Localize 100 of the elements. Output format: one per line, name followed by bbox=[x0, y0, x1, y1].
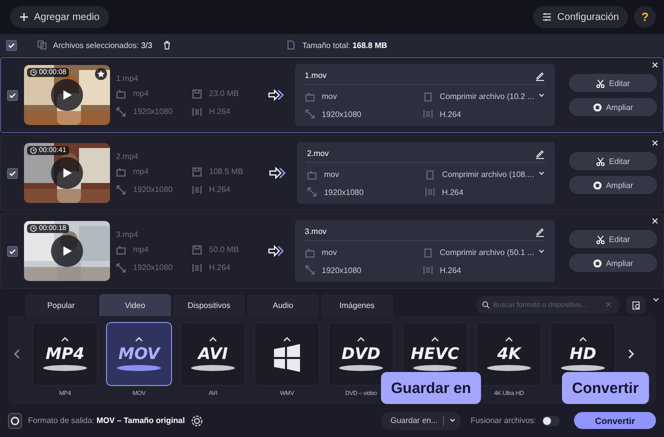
format-logo: MP4 bbox=[46, 344, 84, 363]
file-icon bbox=[424, 170, 435, 180]
format-tile[interactable]: AVI bbox=[180, 322, 246, 386]
output-codec: H.264 bbox=[440, 110, 462, 119]
file-checkbox[interactable] bbox=[7, 90, 18, 100]
edit-button[interactable]: Editar bbox=[569, 74, 657, 92]
merge-toggle[interactable] bbox=[542, 416, 560, 426]
upscale-button[interactable]: Ampliar bbox=[569, 254, 657, 272]
codec-icon bbox=[192, 184, 202, 194]
chevron-down-icon bbox=[538, 92, 545, 100]
convert-button[interactable]: Convertir bbox=[574, 412, 656, 429]
source-format: mp4 bbox=[133, 89, 149, 98]
output-filename: 1.mov bbox=[304, 71, 327, 80]
play-icon bbox=[61, 89, 73, 101]
scissors-icon bbox=[596, 234, 606, 244]
upscale-button[interactable]: Ampliar bbox=[569, 176, 657, 194]
format-logo: HD bbox=[570, 344, 596, 363]
upscale-button[interactable]: Ampliar bbox=[569, 98, 657, 116]
format-tile[interactable] bbox=[254, 322, 320, 386]
scissors-icon bbox=[596, 78, 606, 88]
caret-up-icon bbox=[505, 337, 513, 342]
category-tab[interactable]: Dispositivos bbox=[173, 294, 245, 316]
output-format: mov bbox=[322, 248, 337, 258]
trash-icon bbox=[162, 40, 172, 50]
device-detect-button[interactable] bbox=[626, 296, 646, 314]
close-icon bbox=[651, 217, 659, 225]
chip-icon bbox=[592, 258, 602, 268]
save-location-dropdown[interactable]: Guardar en... bbox=[380, 412, 461, 430]
edit-button[interactable]: Editar bbox=[569, 152, 657, 170]
resize-icon bbox=[306, 187, 317, 198]
play-icon bbox=[61, 167, 73, 179]
chevron-down-icon bbox=[538, 248, 545, 256]
edit-pencil-icon bbox=[535, 70, 545, 81]
source-filename: 2.mp4 bbox=[116, 152, 140, 160]
convert-arrow-icon bbox=[268, 245, 285, 257]
format-icon bbox=[116, 88, 126, 98]
source-size: 108.5 MB bbox=[209, 167, 244, 176]
help-button[interactable]: ? bbox=[634, 6, 656, 28]
selected-files-text: Archivos seleccionados: 3/3 bbox=[53, 40, 152, 50]
compression-dropdown[interactable]: Comprimir archivo (10.2 ... bbox=[440, 92, 545, 102]
codec-icon bbox=[192, 262, 202, 272]
check-icon bbox=[8, 246, 17, 256]
compression-dropdown[interactable]: Comprimir archivo (108.... bbox=[442, 170, 545, 180]
category-tab[interactable]: Imágenes bbox=[321, 294, 393, 316]
file-checkbox[interactable] bbox=[7, 168, 18, 178]
format-tile[interactable]: MP4 bbox=[32, 322, 98, 386]
codec-icon bbox=[422, 265, 433, 276]
disc-icon bbox=[43, 365, 87, 371]
save-location-tooltip: Guardar en bbox=[381, 372, 482, 404]
clock-icon bbox=[30, 69, 37, 76]
chip-icon bbox=[592, 180, 602, 190]
disc-icon bbox=[561, 365, 605, 371]
edit-pencil-icon bbox=[535, 226, 545, 237]
format-icon bbox=[306, 170, 317, 180]
source-size: 50.0 MB bbox=[209, 245, 239, 254]
category-tab[interactable]: Popular bbox=[25, 294, 97, 316]
output-format-icon bbox=[8, 412, 22, 428]
format-icon bbox=[304, 92, 315, 102]
file-checkbox[interactable] bbox=[7, 246, 18, 256]
format-tile[interactable]: MOV bbox=[106, 322, 172, 386]
disc-icon bbox=[191, 365, 235, 371]
resize-icon bbox=[304, 265, 315, 276]
settings-button[interactable]: Configuración bbox=[533, 6, 628, 28]
merge-files-label: Fusionar archivos: bbox=[470, 416, 536, 425]
output-resolution: 1920x1080 bbox=[322, 110, 362, 119]
plus-icon bbox=[19, 12, 29, 22]
caret-up-icon bbox=[431, 337, 439, 342]
format-logo: 4K bbox=[497, 344, 521, 363]
category-tab[interactable]: Video bbox=[99, 294, 171, 316]
format-logo: HEVC bbox=[410, 344, 460, 363]
source-resolution: 1920x1080 bbox=[133, 263, 173, 272]
clock-icon bbox=[30, 147, 37, 154]
caret-up-icon bbox=[135, 337, 143, 342]
edit-pencil-icon bbox=[535, 148, 545, 159]
resize-icon bbox=[116, 106, 126, 116]
output-filename: 3.mov bbox=[304, 227, 327, 236]
add-media-button[interactable]: Agregar medio bbox=[10, 6, 109, 28]
windows-logo-icon bbox=[272, 344, 302, 372]
source-format: mp4 bbox=[133, 245, 149, 254]
convert-tooltip: Convertir bbox=[562, 372, 649, 404]
disc-icon bbox=[413, 365, 457, 371]
source-resolution: 1920x1080 bbox=[133, 185, 173, 194]
edit-button[interactable]: Editar bbox=[569, 230, 657, 248]
format-icon bbox=[304, 248, 315, 258]
category-tab[interactable]: Audio bbox=[247, 294, 319, 316]
file-icon bbox=[286, 40, 296, 50]
output-filename: 2.mov bbox=[306, 149, 329, 158]
compression-dropdown[interactable]: Comprimir archivo (50.1 ... bbox=[440, 248, 545, 258]
select-all-checkbox[interactable] bbox=[6, 40, 17, 50]
settings-icon bbox=[542, 12, 552, 22]
search-icon bbox=[482, 301, 490, 309]
source-codec: H.264 bbox=[209, 107, 230, 116]
disc-icon bbox=[117, 365, 161, 371]
format-logo: MOV bbox=[118, 344, 160, 363]
format-logo: AVI bbox=[198, 344, 228, 363]
source-codec: H.264 bbox=[209, 185, 230, 194]
star-glyph-icon bbox=[97, 70, 105, 78]
source-codec: H.264 bbox=[209, 263, 230, 272]
output-format: mov bbox=[322, 92, 337, 102]
format-tile[interactable]: 4K bbox=[476, 322, 542, 386]
